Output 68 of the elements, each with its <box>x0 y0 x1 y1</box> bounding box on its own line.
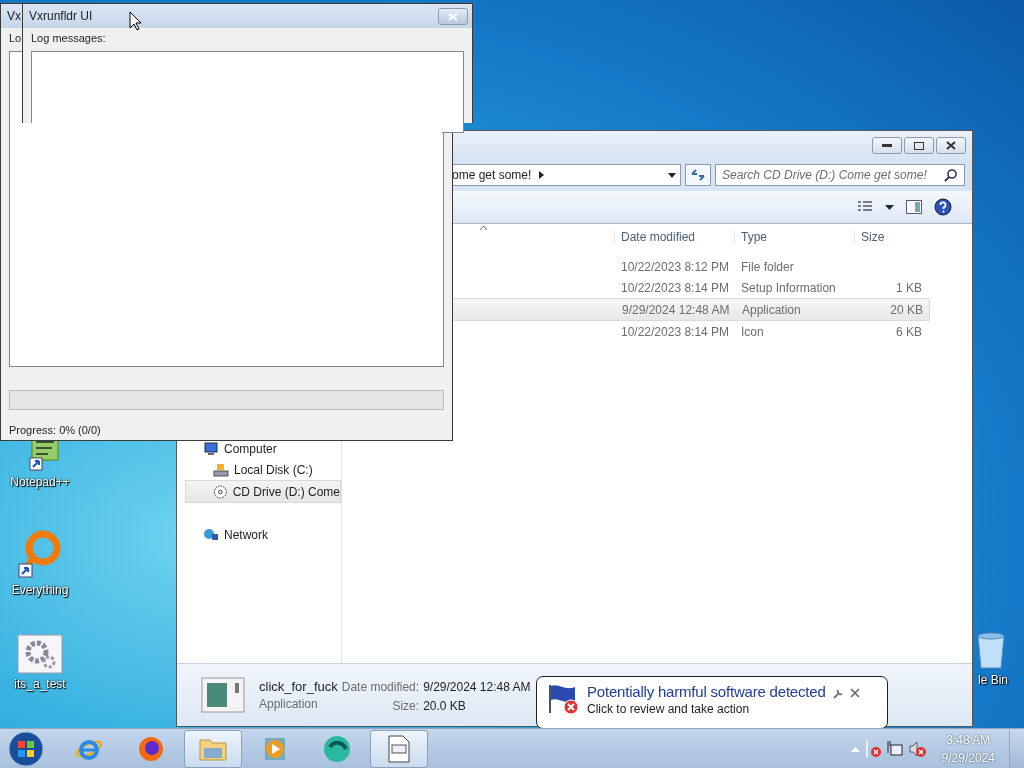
preview-pane-icon[interactable] <box>906 200 922 214</box>
type-cell-text: Icon <box>740 324 765 339</box>
application-icon <box>201 677 245 713</box>
column-header[interactable]: Date modified <box>614 230 734 244</box>
navigation-item[interactable]: Local Disk (C:) <box>177 459 341 480</box>
date-cell-text: 10/22/2023 8:14 PM <box>620 280 731 295</box>
fox-globe-icon <box>137 734 165 763</box>
log-label: Lo <box>9 32 22 46</box>
window-title: Vxrunfldr UI <box>29 9 93 23</box>
speaker-muted-icon[interactable] <box>907 739 926 758</box>
field-value: 20.0 KB <box>423 699 467 713</box>
view-options-icon[interactable] <box>857 200 873 214</box>
size-cell-text: 20 KB <box>889 302 924 317</box>
computer-icon <box>203 441 219 456</box>
flag-error-icon[interactable] <box>863 739 882 758</box>
date-cell-text: 10/22/2023 8:12 PM <box>620 259 731 274</box>
minimize-button[interactable] <box>872 137 902 154</box>
maximize-icon <box>914 141 924 150</box>
refresh-button[interactable] <box>685 164 711 186</box>
help-icon[interactable] <box>934 198 952 216</box>
refresh-icon <box>690 168 706 182</box>
column-header[interactable]: Size <box>854 230 926 244</box>
field-label: Size: <box>391 699 420 713</box>
maximize-button[interactable] <box>904 137 934 154</box>
dropdown-caret-icon[interactable] <box>885 204 894 210</box>
document-icon <box>387 734 411 763</box>
flag-warning-icon <box>547 683 581 715</box>
field-label: Date modified: <box>341 680 420 694</box>
size-cell-text: 6 KB <box>895 324 923 339</box>
file-type: Application <box>259 697 319 711</box>
date-cell-text: 9/29/2024 12:48 AM <box>621 302 731 317</box>
close-button[interactable] <box>936 137 966 154</box>
taskbar-button[interactable] <box>370 729 428 768</box>
search-icon <box>944 168 958 182</box>
network-icon <box>203 527 219 542</box>
recycle-bin-icon[interactable] <box>974 630 1008 670</box>
notification-balloon[interactable]: Potentially harmful software detected Click to review and take action <box>536 676 888 729</box>
field-value: 9/29/2024 12:48 AM <box>423 680 531 694</box>
navigation-item[interactable]: Network <box>177 524 341 545</box>
minimize-icon <box>882 143 892 148</box>
progress-text: Progress: 0% (0/0) <box>9 424 102 436</box>
mouse-pointer-icon <box>129 11 142 31</box>
column-header[interactable]: Type <box>734 230 854 244</box>
navigation-item[interactable]: CD Drive (D:) Come <box>185 480 341 503</box>
notification-title: Potentially harmful software detected <box>587 683 826 700</box>
close-icon[interactable] <box>849 688 860 698</box>
date-cell-text: 10/22/2023 8:14 PM <box>620 324 731 339</box>
taskbar-button[interactable] <box>184 729 242 768</box>
search-field[interactable]: Search CD Drive (D:) Come get some! <box>715 164 965 186</box>
disc-drive-icon <box>213 483 228 500</box>
type-cell-text: Setup Information <box>740 280 837 295</box>
gears-icon[interactable] <box>17 634 63 674</box>
start-button[interactable] <box>6 728 46 768</box>
swirl-circle-icon <box>322 734 352 763</box>
log-label: Log messages: <box>31 32 106 46</box>
notification-text: Click to review and take action <box>587 702 751 716</box>
window-title: Vx <box>7 9 21 23</box>
type-cell-text: File folder <box>740 259 795 274</box>
desktop-icon-label[interactable]: le Bin <box>977 673 1008 687</box>
type-cell-text: Application <box>741 302 802 317</box>
close-icon <box>448 12 458 21</box>
drive-icon <box>213 462 229 477</box>
size-cell-text: 1 KB <box>895 280 923 295</box>
wrench-icon[interactable] <box>831 688 844 700</box>
network-icon[interactable] <box>885 739 904 758</box>
navigation-item[interactable]: Computer <box>177 438 341 459</box>
close-icon <box>946 141 956 150</box>
file-name: click_for_fuck <box>259 679 338 694</box>
